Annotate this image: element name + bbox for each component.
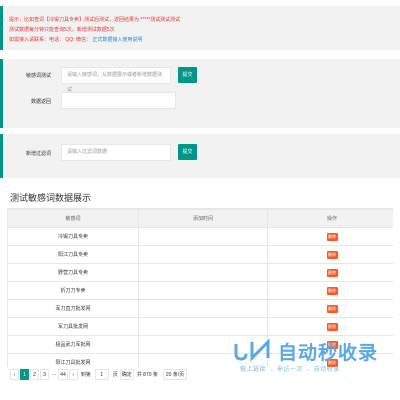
cell-word: 野营刀具专卖 [7, 263, 139, 282]
goto-confirm-button[interactable]: 确定 [119, 368, 134, 380]
delete-button[interactable]: 删除 [326, 286, 338, 295]
cell-word: 冷锻刀具专卖 [7, 227, 139, 246]
add-form-panel: 新增过滤词 请输入过滤词数据 提交 [0, 134, 400, 178]
watermark: 自动秒收录 做上链接 → 来访一次 → 自动收录 [230, 338, 390, 378]
add-word-input[interactable]: 请输入过滤词数据 [61, 144, 171, 161]
cell-action: 删除 [267, 263, 393, 282]
page-3[interactable]: 3 [40, 368, 49, 380]
add-submit-button[interactable]: 提交 [178, 144, 197, 160]
table-row: 军刀直刀批发网 删除 [7, 299, 393, 318]
test-form-panel: 敏感词测试 请输入敏感词，从数据展示或者新增数据测试 提交 数据返回 [0, 59, 400, 128]
cell-word: 极品武力军批网 [7, 335, 139, 354]
watermark-main-text: 自动秒收录 [278, 343, 379, 364]
next-page-button[interactable]: › [68, 368, 78, 380]
table-row: 军刀具批发网 删除 [7, 317, 393, 336]
notice-line-1: 提示：比如查词【冷锻刀具专卖】测试后测试，返回结果为 *****测试测试测试 [9, 17, 181, 23]
watermark-logo-icon [234, 338, 270, 362]
prev-page-button[interactable]: ‹ [10, 368, 19, 380]
table-row: 阳江刀具专卖 删除 [7, 245, 393, 264]
cell-word: 阳江刀具专卖 [7, 245, 139, 264]
usage-doc-link[interactable]: 正式数据接入使用说明 [92, 37, 142, 43]
cell-action: 删除 [267, 245, 393, 264]
cell-action: 删除 [267, 227, 393, 246]
delete-button[interactable]: 删除 [326, 304, 338, 313]
cell-time [138, 263, 268, 282]
cell-word: 军刀具批发网 [7, 317, 139, 336]
test-word-label: 敏感词测试 [25, 73, 51, 79]
cell-action: 删除 [267, 281, 393, 300]
cell-word: 军刀直刀批发网 [7, 299, 139, 318]
add-word-label: 新增过滤词 [25, 151, 51, 157]
test-submit-button[interactable]: 提交 [178, 67, 197, 83]
table-row: 折刀刀专卖 删除 [7, 281, 393, 300]
goto-page-input[interactable]: 1 [94, 368, 109, 380]
header-time: 添加时间 [138, 209, 268, 228]
delete-button[interactable]: 删除 [326, 268, 338, 277]
notice-panel: 提示：比如查词【冷锻刀具专卖】测试后测试，返回结果为 *****测试测试测试 测… [0, 6, 400, 50]
table-header-row: 敏感词 添加时间 操作 [7, 209, 393, 228]
page-44[interactable]: 44 [58, 368, 68, 380]
contact-text: 如需接入请联系：电话： QQ: 微信： [9, 37, 91, 43]
goto-prefix: 到第 [80, 371, 91, 378]
pagination: ‹ 1 2 3 ... 44 › 到第 1 页 确定 共 870 条 20 条/… [10, 368, 188, 380]
result-label: 数据返回 [30, 99, 51, 105]
total-count: 共 870 条 [136, 371, 158, 378]
notice-line-2: 测试数据每分钟只能查询5次，新增测试数据5次 [9, 27, 115, 33]
page-2[interactable]: 2 [30, 368, 39, 380]
page-1[interactable]: 1 [20, 368, 29, 380]
notice-line-3: 如需接入请联系：电话： QQ: 微信： 正式数据接入使用说明 [9, 36, 142, 43]
cell-time [138, 299, 268, 318]
table-row: 野营刀具专卖 删除 [7, 263, 393, 282]
delete-button[interactable]: 删除 [326, 322, 338, 331]
header-action: 操作 [267, 209, 393, 228]
result-field [61, 92, 176, 109]
delete-button[interactable]: 删除 [326, 232, 338, 241]
page-ellipsis: ... [52, 371, 57, 377]
section-title: 测试敏感词数据展示 [10, 193, 92, 203]
page-size-select[interactable]: 20 条/页 [162, 368, 188, 380]
delete-button[interactable]: 删除 [326, 250, 338, 259]
cell-action: 删除 [267, 317, 393, 336]
watermark-sub-text: 做上链接 → 来访一次 → 自动收录 [240, 367, 340, 373]
goto-suffix: 页 [112, 371, 118, 378]
test-word-input[interactable]: 请输入敏感词，从数据展示或者新增数据测试 [61, 67, 171, 93]
cell-action: 删除 [267, 299, 393, 318]
cell-word: 阳江刀具批发网 [7, 353, 139, 367]
cell-time [138, 245, 268, 264]
cell-time [138, 281, 268, 300]
table-row: 冷锻刀具专卖 删除 [7, 227, 393, 246]
header-word: 敏感词 [7, 209, 139, 228]
cell-time [138, 227, 268, 246]
cell-word: 折刀刀专卖 [7, 281, 139, 300]
cell-time [138, 317, 268, 336]
